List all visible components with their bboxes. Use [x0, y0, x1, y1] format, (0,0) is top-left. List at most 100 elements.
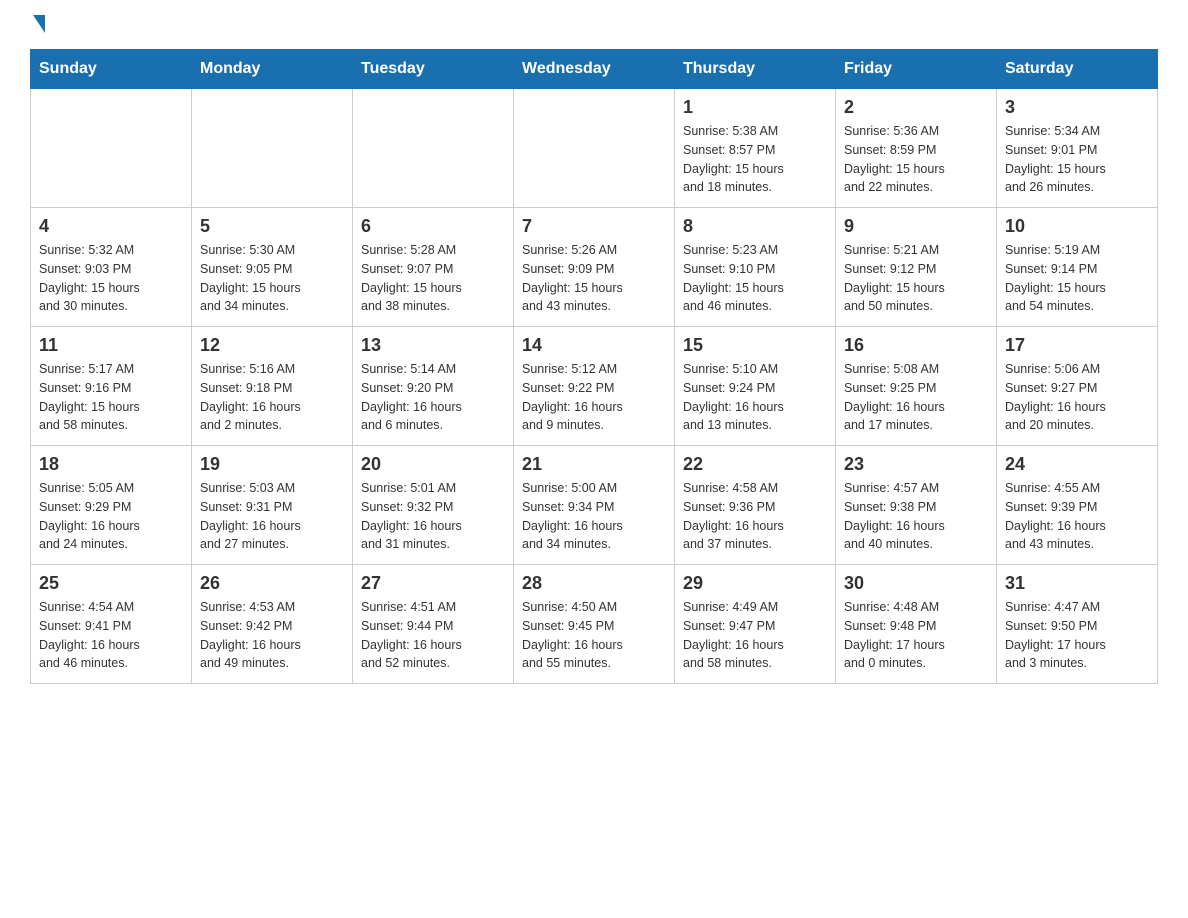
day-of-week-header: Saturday [997, 50, 1158, 89]
day-number: 9 [844, 216, 988, 237]
day-info: Sunrise: 4:47 AMSunset: 9:50 PMDaylight:… [1005, 598, 1149, 673]
day-number: 28 [522, 573, 666, 594]
day-info: Sunrise: 4:50 AMSunset: 9:45 PMDaylight:… [522, 598, 666, 673]
calendar-day-cell: 12 Sunrise: 5:16 AMSunset: 9:18 PMDayligh… [192, 327, 353, 446]
calendar-day-cell: 2 Sunrise: 5:36 AMSunset: 8:59 PMDaylight… [836, 89, 997, 208]
day-info: Sunrise: 5:00 AMSunset: 9:34 PMDaylight:… [522, 479, 666, 554]
day-info: Sunrise: 5:10 AMSunset: 9:24 PMDaylight:… [683, 360, 827, 435]
calendar-day-cell: 4 Sunrise: 5:32 AMSunset: 9:03 PMDaylight… [31, 208, 192, 327]
calendar-day-cell: 22Sunrise: 4:58 AMSunset: 9:36 PMDayligh… [675, 446, 836, 565]
calendar-day-cell: 20 Sunrise: 5:01 AMSunset: 9:32 PMDayligh… [353, 446, 514, 565]
day-number: 29 [683, 573, 827, 594]
day-number: 13 [361, 335, 505, 356]
day-of-week-header: Thursday [675, 50, 836, 89]
day-number: 5 [200, 216, 344, 237]
day-info: Sunrise: 5:26 AMSunset: 9:09 PMDaylight:… [522, 241, 666, 316]
day-number: 2 [844, 97, 988, 118]
day-info: Sunrise: 4:49 AMSunset: 9:47 PMDaylight:… [683, 598, 827, 673]
day-info: Sunrise: 5:12 AMSunset: 9:22 PMDaylight:… [522, 360, 666, 435]
calendar-day-cell: 6 Sunrise: 5:28 AMSunset: 9:07 PMDaylight… [353, 208, 514, 327]
day-info: Sunrise: 4:51 AMSunset: 9:44 PMDaylight:… [361, 598, 505, 673]
calendar-day-cell: 5 Sunrise: 5:30 AMSunset: 9:05 PMDaylight… [192, 208, 353, 327]
day-info: Sunrise: 5:05 AMSunset: 9:29 PMDaylight:… [39, 479, 183, 554]
day-info: Sunrise: 5:32 AMSunset: 9:03 PMDaylight:… [39, 241, 183, 316]
calendar-day-cell: 9 Sunrise: 5:21 AMSunset: 9:12 PMDaylight… [836, 208, 997, 327]
day-info: Sunrise: 5:03 AMSunset: 9:31 PMDaylight:… [200, 479, 344, 554]
day-info: Sunrise: 5:14 AMSunset: 9:20 PMDaylight:… [361, 360, 505, 435]
calendar-day-cell [514, 89, 675, 208]
day-number: 18 [39, 454, 183, 475]
calendar-day-cell: 26 Sunrise: 4:53 AMSunset: 9:42 PMDayligh… [192, 565, 353, 684]
calendar-day-cell: 24Sunrise: 4:55 AMSunset: 9:39 PMDayligh… [997, 446, 1158, 565]
calendar-day-cell: 10Sunrise: 5:19 AMSunset: 9:14 PMDayligh… [997, 208, 1158, 327]
calendar-day-cell: 16 Sunrise: 5:08 AMSunset: 9:25 PMDayligh… [836, 327, 997, 446]
calendar-day-cell: 7 Sunrise: 5:26 AMSunset: 9:09 PMDaylight… [514, 208, 675, 327]
logo-triangle-icon [33, 15, 45, 33]
day-number: 12 [200, 335, 344, 356]
day-info: Sunrise: 5:01 AMSunset: 9:32 PMDaylight:… [361, 479, 505, 554]
calendar-day-cell: 13 Sunrise: 5:14 AMSunset: 9:20 PMDayligh… [353, 327, 514, 446]
day-info: Sunrise: 4:54 AMSunset: 9:41 PMDaylight:… [39, 598, 183, 673]
calendar-week-row: 4 Sunrise: 5:32 AMSunset: 9:03 PMDaylight… [31, 208, 1158, 327]
day-number: 27 [361, 573, 505, 594]
calendar-day-cell [353, 89, 514, 208]
calendar-week-row: 11Sunrise: 5:17 AMSunset: 9:16 PMDayligh… [31, 327, 1158, 446]
calendar-day-cell: 1 Sunrise: 5:38 AMSunset: 8:57 PMDaylight… [675, 89, 836, 208]
calendar-day-cell: 23Sunrise: 4:57 AMSunset: 9:38 PMDayligh… [836, 446, 997, 565]
calendar-day-cell: 17Sunrise: 5:06 AMSunset: 9:27 PMDayligh… [997, 327, 1158, 446]
calendar-day-cell: 15Sunrise: 5:10 AMSunset: 9:24 PMDayligh… [675, 327, 836, 446]
day-info: Sunrise: 5:19 AMSunset: 9:14 PMDaylight:… [1005, 241, 1149, 316]
day-info: Sunrise: 5:36 AMSunset: 8:59 PMDaylight:… [844, 122, 988, 197]
logo-text [30, 20, 45, 33]
day-of-week-header: Wednesday [514, 50, 675, 89]
day-info: Sunrise: 4:53 AMSunset: 9:42 PMDaylight:… [200, 598, 344, 673]
day-number: 6 [361, 216, 505, 237]
calendar-day-cell: 25 Sunrise: 4:54 AMSunset: 9:41 PMDayligh… [31, 565, 192, 684]
day-number: 3 [1005, 97, 1149, 118]
calendar-day-cell: 3 Sunrise: 5:34 AMSunset: 9:01 PMDaylight… [997, 89, 1158, 208]
day-info: Sunrise: 5:38 AMSunset: 8:57 PMDaylight:… [683, 122, 827, 197]
calendar-header-row: SundayMondayTuesdayWednesdayThursdayFrid… [31, 50, 1158, 89]
calendar-day-cell: 30 Sunrise: 4:48 AMSunset: 9:48 PMDayligh… [836, 565, 997, 684]
day-info: Sunrise: 5:16 AMSunset: 9:18 PMDaylight:… [200, 360, 344, 435]
calendar-day-cell: 8 Sunrise: 5:23 AMSunset: 9:10 PMDaylight… [675, 208, 836, 327]
day-number: 19 [200, 454, 344, 475]
day-number: 22 [683, 454, 827, 475]
day-info: Sunrise: 4:48 AMSunset: 9:48 PMDaylight:… [844, 598, 988, 673]
day-number: 8 [683, 216, 827, 237]
calendar-week-row: 1 Sunrise: 5:38 AMSunset: 8:57 PMDaylight… [31, 89, 1158, 208]
calendar-day-cell: 14 Sunrise: 5:12 AMSunset: 9:22 PMDayligh… [514, 327, 675, 446]
day-info: Sunrise: 5:23 AMSunset: 9:10 PMDaylight:… [683, 241, 827, 316]
day-info: Sunrise: 5:08 AMSunset: 9:25 PMDaylight:… [844, 360, 988, 435]
day-number: 16 [844, 335, 988, 356]
page-header [30, 20, 1158, 29]
calendar-day-cell: 28 Sunrise: 4:50 AMSunset: 9:45 PMDayligh… [514, 565, 675, 684]
day-info: Sunrise: 5:34 AMSunset: 9:01 PMDaylight:… [1005, 122, 1149, 197]
calendar-week-row: 18 Sunrise: 5:05 AMSunset: 9:29 PMDayligh… [31, 446, 1158, 565]
day-info: Sunrise: 4:55 AMSunset: 9:39 PMDaylight:… [1005, 479, 1149, 554]
day-info: Sunrise: 5:28 AMSunset: 9:07 PMDaylight:… [361, 241, 505, 316]
day-number: 1 [683, 97, 827, 118]
day-of-week-header: Tuesday [353, 50, 514, 89]
day-info: Sunrise: 5:30 AMSunset: 9:05 PMDaylight:… [200, 241, 344, 316]
calendar-day-cell: 29 Sunrise: 4:49 AMSunset: 9:47 PMDayligh… [675, 565, 836, 684]
day-number: 30 [844, 573, 988, 594]
day-of-week-header: Friday [836, 50, 997, 89]
calendar-table: SundayMondayTuesdayWednesdayThursdayFrid… [30, 49, 1158, 684]
day-number: 17 [1005, 335, 1149, 356]
day-number: 23 [844, 454, 988, 475]
day-of-week-header: Monday [192, 50, 353, 89]
day-number: 14 [522, 335, 666, 356]
day-info: Sunrise: 5:17 AMSunset: 9:16 PMDaylight:… [39, 360, 183, 435]
day-number: 26 [200, 573, 344, 594]
day-info: Sunrise: 5:21 AMSunset: 9:12 PMDaylight:… [844, 241, 988, 316]
day-number: 7 [522, 216, 666, 237]
day-number: 20 [361, 454, 505, 475]
day-number: 25 [39, 573, 183, 594]
day-number: 31 [1005, 573, 1149, 594]
calendar-day-cell: 19 Sunrise: 5:03 AMSunset: 9:31 PMDayligh… [192, 446, 353, 565]
day-of-week-header: Sunday [31, 50, 192, 89]
day-number: 4 [39, 216, 183, 237]
calendar-day-cell: 21Sunrise: 5:00 AMSunset: 9:34 PMDayligh… [514, 446, 675, 565]
calendar-day-cell [192, 89, 353, 208]
